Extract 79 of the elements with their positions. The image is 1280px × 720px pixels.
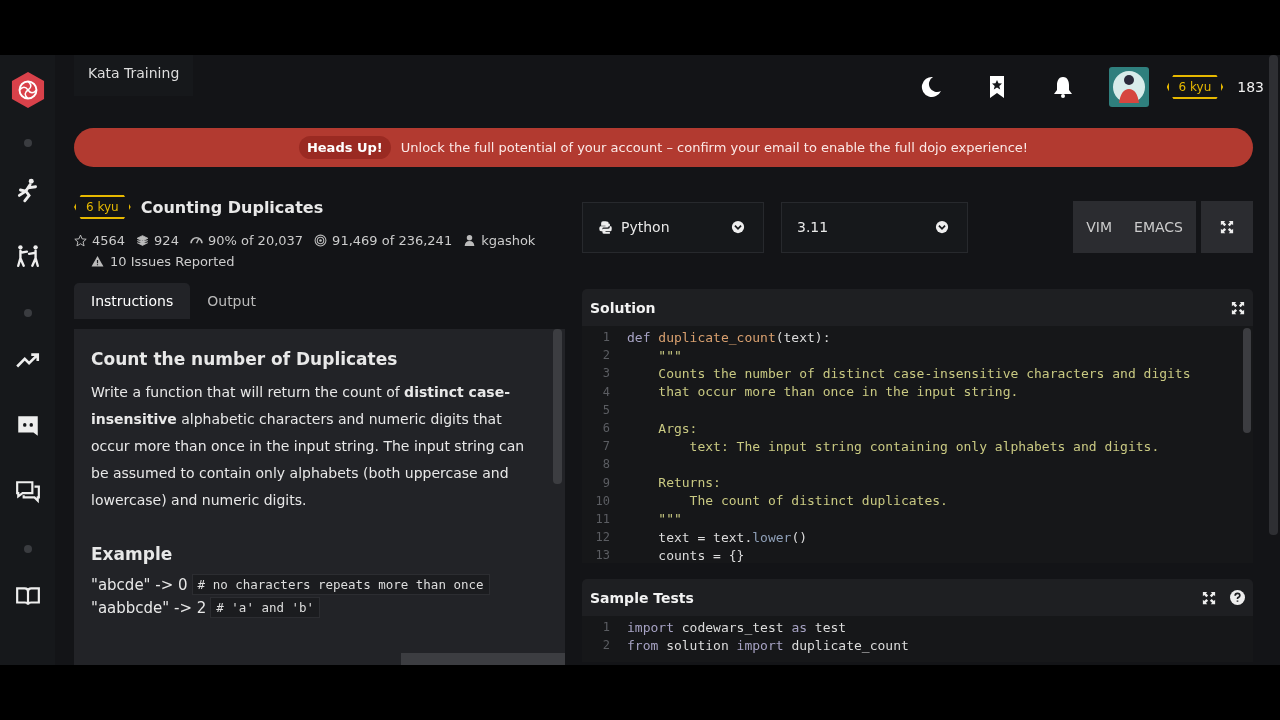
tab[interactable]: Instructions: [74, 283, 191, 319]
separator-dot: [23, 545, 32, 553]
scrollbar[interactable]: [401, 653, 565, 665]
editor-mode-button[interactable]: EMACS: [1123, 201, 1194, 253]
user-icon: [463, 234, 477, 247]
heads-up-label: Heads Up!: [298, 136, 391, 159]
version-dropdown[interactable]: 3.11: [781, 201, 968, 253]
rank-badge: 6 kyu: [1166, 75, 1224, 99]
avatar[interactable]: [1108, 67, 1149, 107]
line-number: 8: [601, 457, 610, 472]
description-paragraph: Write a function that will return the count of distinct case-insensitive alphabetic characters and numeric digits that occur more than once in the input string. The input string can be assumed to contain only alphabets (both uppercase and lowercase) and numeric digits.: [91, 383, 526, 510]
banner-message: Unlock the full potential of your account – confirm your email to enable the full dojo experience!: [400, 140, 1029, 155]
logo-icon[interactable]: [10, 71, 45, 109]
separator-dot: [23, 309, 32, 317]
code-line: text = text.lower(): [657, 529, 808, 545]
line-number: 4: [601, 384, 610, 399]
chevron-down-icon: [935, 220, 949, 234]
tab[interactable]: Output: [190, 283, 273, 319]
example-text: "abcde" -> 0: [91, 575, 188, 594]
language-dropdown[interactable]: Python: [582, 201, 764, 253]
chat-icon[interactable]: [14, 479, 41, 505]
code-line: counts = {}: [657, 547, 745, 563]
line-number: 2: [601, 638, 610, 653]
scrollbar[interactable]: [1269, 55, 1278, 535]
section-heading: Count the number of Duplicates: [91, 349, 399, 369]
line-number: 13: [594, 548, 610, 563]
code-line: import codewars_test as test: [627, 619, 847, 635]
help-icon[interactable]: [1230, 590, 1245, 605]
fullscreen-button[interactable]: [1201, 201, 1253, 253]
example-text: "aabbcde" -> 2: [91, 598, 207, 617]
sparring-figures-icon[interactable]: [14, 243, 41, 269]
line-number: 1: [601, 620, 610, 635]
stat-value: 4564: [92, 233, 126, 248]
expand-icon: [1220, 220, 1234, 234]
page-tab[interactable]: Kata Training: [74, 55, 194, 96]
line-number: 6: [601, 421, 610, 436]
code-line: from solution import duplicate_count: [627, 637, 909, 653]
stat-value: 924: [154, 233, 179, 248]
issues-link[interactable]: 10 Issues Reported: [110, 254, 235, 269]
line-number: 3: [601, 366, 610, 381]
code-line: Counts the number of distinct case-insensitive characters and digits: [657, 365, 1191, 381]
code-line: """: [657, 511, 682, 527]
code-line: def duplicate_count(text):: [627, 329, 831, 345]
kata-title: Counting Duplicates: [140, 197, 324, 217]
line-number: 2: [601, 348, 610, 363]
line-number: 9: [601, 475, 610, 490]
code-line: Args:: [657, 420, 698, 436]
line-number: 5: [601, 402, 610, 417]
layers-icon: [136, 234, 150, 247]
line-number: 1: [601, 330, 610, 345]
code-line: The count of distinct duplicates.: [688, 493, 948, 509]
code-line: text: The input string containing only alphabets and digits.: [688, 438, 1160, 454]
rank-badge: 6 kyu: [74, 195, 131, 219]
pane-title: Solution: [590, 299, 656, 316]
scrollbar[interactable]: [1243, 328, 1251, 433]
inline-code: # no characters repeats more than once: [191, 574, 490, 595]
separator-dot: [23, 139, 32, 147]
line-number: 12: [594, 530, 610, 545]
target-icon: [314, 234, 328, 247]
code-line: """: [657, 347, 682, 363]
honor-count: 183: [1237, 79, 1264, 95]
expand-icon[interactable]: [1231, 300, 1245, 315]
pane-title: Sample Tests: [590, 589, 694, 606]
section-heading: Example: [91, 544, 174, 564]
stat-value: 91,469 of 236,241: [332, 233, 453, 248]
line-number: 11: [594, 511, 610, 526]
inline-code: # 'a' and 'b': [210, 597, 321, 618]
chevron-down-icon: [731, 220, 745, 234]
code-line: that occur more than once in the input string.: [657, 384, 1019, 400]
star-icon: [74, 234, 87, 247]
stat-value: kgashok: [481, 233, 536, 248]
warning-icon: [91, 255, 104, 268]
expand-icon[interactable]: [1202, 590, 1216, 605]
editor-mode-button[interactable]: VIM: [1075, 201, 1124, 253]
line-number: 10: [594, 493, 610, 508]
code-line: Returns:: [657, 475, 721, 491]
scrollbar[interactable]: [553, 329, 562, 484]
stat-value: 90% of 20,037: [207, 233, 304, 248]
line-number: 7: [601, 439, 610, 454]
